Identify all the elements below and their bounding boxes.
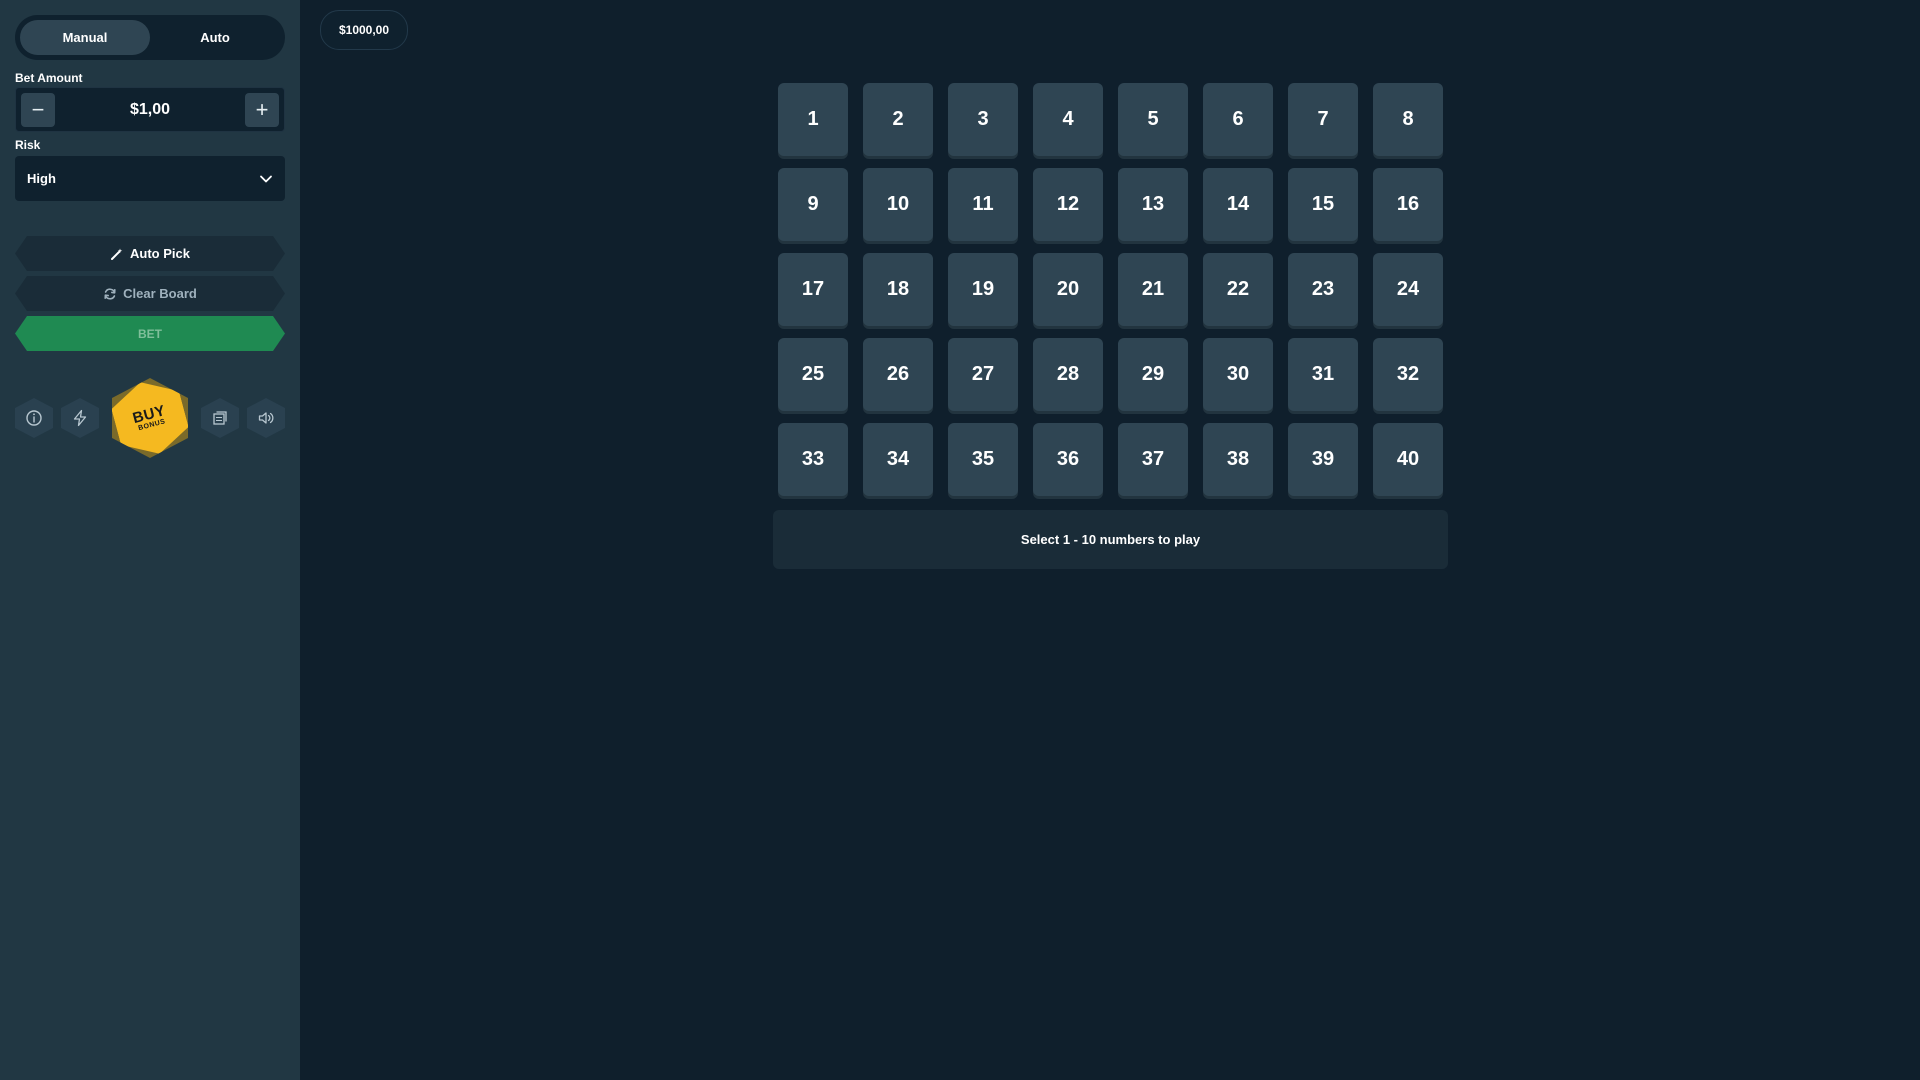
number-tile[interactable]: 18 <box>863 253 933 326</box>
manual-tab[interactable]: Manual <box>20 20 150 55</box>
number-tile[interactable]: 8 <box>1373 83 1443 156</box>
risk-select[interactable]: High <box>15 156 285 201</box>
number-tile[interactable]: 30 <box>1203 338 1273 411</box>
keno-board: 1 2 3 4 5 6 7 8 9 10 11 12 13 14 15 16 17 18 19 20 21 22 23 24 2… <box>778 83 1443 499</box>
clear-board-button[interactable]: Clear Board <box>15 276 285 311</box>
bet-button[interactable]: BET <box>15 316 285 351</box>
number-tile[interactable]: 40 <box>1373 423 1443 496</box>
auto-pick-button[interactable]: Auto Pick <box>15 236 285 271</box>
number-tile[interactable]: 11 <box>948 168 1018 241</box>
number-tile[interactable]: 17 <box>778 253 848 326</box>
number-tile[interactable]: 22 <box>1203 253 1273 326</box>
number-tile[interactable]: 39 <box>1288 423 1358 496</box>
refresh-icon <box>103 287 117 301</box>
number-tile[interactable]: 14 <box>1203 168 1273 241</box>
number-tile[interactable]: 21 <box>1118 253 1188 326</box>
number-tile[interactable]: 25 <box>778 338 848 411</box>
risk-label: Risk <box>15 138 41 152</box>
decrease-bet-button[interactable]: − <box>21 92 55 127</box>
number-tile[interactable]: 34 <box>863 423 933 496</box>
number-tile[interactable]: 1 <box>778 83 848 156</box>
number-tile[interactable]: 3 <box>948 83 1018 156</box>
buy-bonus-button[interactable]: BUY BONUS <box>112 378 188 458</box>
number-tile[interactable]: 12 <box>1033 168 1103 241</box>
number-tile[interactable]: 32 <box>1373 338 1443 411</box>
balance-display: $1000,00 <box>320 10 408 50</box>
mode-toggle: Manual Auto <box>15 15 285 60</box>
number-tile[interactable]: 26 <box>863 338 933 411</box>
number-tile[interactable]: 15 <box>1288 168 1358 241</box>
number-tile[interactable]: 9 <box>778 168 848 241</box>
minus-icon: − <box>31 96 45 122</box>
number-tile[interactable]: 2 <box>863 83 933 156</box>
bet-amount-value[interactable]: $1,00 <box>55 101 245 119</box>
number-tile[interactable]: 28 <box>1033 338 1103 411</box>
number-tile[interactable]: 31 <box>1288 338 1358 411</box>
risk-selected-value: High <box>27 171 56 186</box>
number-tile[interactable]: 23 <box>1288 253 1358 326</box>
magic-wand-icon <box>110 247 124 261</box>
plus-icon: + <box>255 96 269 122</box>
number-tile[interactable]: 5 <box>1118 83 1188 156</box>
info-button[interactable] <box>15 398 53 438</box>
lightning-icon <box>73 409 87 427</box>
number-tile[interactable]: 19 <box>948 253 1018 326</box>
bet-amount-label: Bet Amount <box>15 71 83 85</box>
auto-tab[interactable]: Auto <box>150 20 280 55</box>
stack-icon <box>213 411 227 425</box>
sound-icon <box>258 412 274 424</box>
number-tile[interactable]: 10 <box>863 168 933 241</box>
info-message: Select 1 - 10 numbers to play <box>773 510 1448 569</box>
number-tile[interactable]: 7 <box>1288 83 1358 156</box>
number-tile[interactable]: 20 <box>1033 253 1103 326</box>
number-tile[interactable]: 29 <box>1118 338 1188 411</box>
keno-game: Manual Auto Bet Amount − $1,00 + Risk Hi… <box>0 0 1920 1080</box>
sound-button[interactable] <box>247 398 285 438</box>
auto-pick-label: Auto Pick <box>130 246 190 261</box>
number-tile[interactable]: 4 <box>1033 83 1103 156</box>
history-button[interactable] <box>201 398 239 438</box>
bet-amount-field: − $1,00 + <box>15 87 285 132</box>
number-tile[interactable]: 16 <box>1373 168 1443 241</box>
number-tile[interactable]: 6 <box>1203 83 1273 156</box>
chevron-down-icon <box>260 175 272 182</box>
number-tile[interactable]: 33 <box>778 423 848 496</box>
number-tile[interactable]: 38 <box>1203 423 1273 496</box>
number-tile[interactable]: 24 <box>1373 253 1443 326</box>
number-tile[interactable]: 35 <box>948 423 1018 496</box>
game-controls: BUY BONUS <box>15 378 285 458</box>
number-tile[interactable]: 36 <box>1033 423 1103 496</box>
buy-bonus-icon: BUY BONUS <box>107 373 194 463</box>
clear-board-label: Clear Board <box>123 286 197 301</box>
number-tile[interactable]: 27 <box>948 338 1018 411</box>
turbo-button[interactable] <box>61 398 99 438</box>
number-tile[interactable]: 13 <box>1118 168 1188 241</box>
number-tile[interactable]: 37 <box>1118 423 1188 496</box>
info-icon <box>26 410 42 426</box>
increase-bet-button[interactable]: + <box>245 92 279 127</box>
sidebar: Manual Auto Bet Amount − $1,00 + Risk Hi… <box>0 0 300 1080</box>
